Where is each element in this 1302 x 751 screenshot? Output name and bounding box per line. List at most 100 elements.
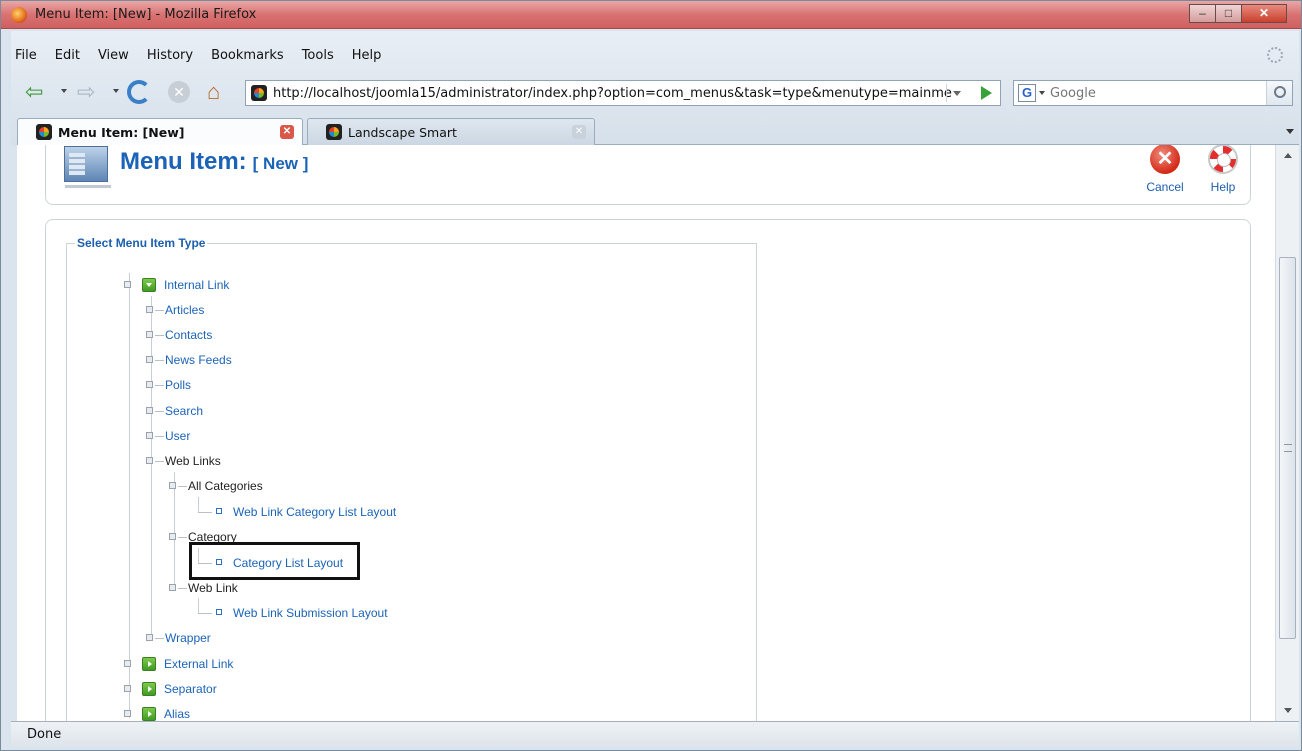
vertical-scrollbar[interactable] [1275, 145, 1299, 721]
search-icon[interactable] [1266, 81, 1292, 105]
maximize-button[interactable]: □ [1215, 4, 1242, 23]
search-bar[interactable]: G [1013, 80, 1293, 106]
tree-line [198, 497, 199, 512]
menu-help[interactable]: Help [352, 48, 382, 63]
close-window-button[interactable]: ✕ [1241, 4, 1287, 23]
expand-toggle[interactable] [146, 634, 153, 641]
expand-toggle[interactable] [169, 584, 176, 591]
menu-bookmarks[interactable]: Bookmarks [211, 48, 284, 63]
site-favicon-icon [251, 85, 267, 101]
tree-line [178, 486, 187, 487]
expand-toggle[interactable] [146, 457, 153, 464]
page-subtitle: [ New ] [252, 154, 309, 173]
tree-item-label: Contacts [165, 328, 213, 342]
minimize-button[interactable]: ‒ [1189, 4, 1216, 23]
main-panel: Select Menu Item Type Internal Link Arti… [45, 219, 1251, 721]
tree-item-label: News Feeds [165, 353, 232, 367]
menu-view[interactable]: View [98, 48, 129, 63]
folder-closed-icon [142, 707, 156, 721]
google-engine-icon[interactable]: G [1018, 84, 1036, 102]
title-bar[interactable]: Menu Item: [New] - Mozilla Firefox ‒ □ ✕ [1, 1, 1301, 29]
page-title-text: Menu Item: [120, 148, 247, 175]
expand-toggle[interactable] [124, 710, 131, 717]
tree-item-label: Separator [164, 682, 217, 696]
tree-item-label: Articles [165, 303, 205, 317]
engine-dropdown-icon[interactable] [1039, 91, 1045, 95]
expand-toggle[interactable] [169, 533, 176, 540]
tree-item-label: External Link [164, 657, 234, 671]
expand-toggle[interactable] [124, 685, 131, 692]
forward-arrow-icon[interactable]: ⇨ [77, 81, 103, 103]
cancel-label: Cancel [1146, 180, 1184, 194]
address-bar[interactable] [245, 80, 1001, 106]
expand-toggle[interactable] [146, 331, 153, 338]
folder-open-icon [142, 278, 156, 292]
tree-item-label: All Categories [188, 479, 263, 493]
tree-item-label: Search [165, 404, 204, 418]
expand-toggle[interactable] [146, 407, 153, 414]
tree-item-label: Web Links [165, 454, 221, 468]
expand-toggle[interactable] [146, 381, 153, 388]
expand-toggle[interactable] [146, 432, 153, 439]
url-input[interactable] [273, 84, 953, 102]
url-history-dropdown[interactable] [946, 84, 966, 102]
lifebuoy-icon [1208, 145, 1238, 174]
back-arrow-icon[interactable]: ⇦ [25, 81, 51, 103]
menu-file[interactable]: File [15, 48, 37, 63]
close-tab-icon[interactable]: ✕ [572, 125, 586, 139]
help-label: Help [1210, 180, 1236, 194]
tree-line [198, 613, 212, 614]
tree-line [155, 335, 164, 336]
menu-bar: File Edit View History Bookmarks Tools H… [5, 43, 1299, 67]
expand-toggle[interactable] [146, 306, 153, 313]
tab-landscape-smart[interactable]: Landscape Smart ✕ [307, 118, 595, 145]
menu-history[interactable]: History [147, 48, 193, 63]
tree-item-label: Alias [164, 707, 191, 721]
scroll-up-arrow-icon[interactable] [1284, 153, 1292, 158]
tree-line [129, 273, 130, 718]
menu-edit[interactable]: Edit [55, 48, 80, 63]
layout-bullet-icon [216, 508, 222, 514]
page-viewport: Menu Item: [ New ] ✕ Cancel Help Select M… [17, 145, 1275, 721]
cancel-button[interactable]: ✕ Cancel [1138, 145, 1192, 194]
tree-line [198, 512, 212, 513]
expand-toggle[interactable] [124, 660, 131, 667]
menu-tools[interactable]: Tools [302, 48, 334, 63]
tree-item-label: Web Link Submission Layout [233, 606, 388, 620]
scroll-grip-icon [1284, 444, 1292, 452]
expand-toggle[interactable] [146, 356, 153, 363]
folder-closed-icon [142, 682, 156, 696]
expand-toggle[interactable] [124, 281, 131, 288]
tree-line [155, 385, 164, 386]
close-tab-icon[interactable]: ✕ [280, 125, 294, 139]
menu-item-type-legend: Select Menu Item Type [77, 236, 206, 250]
help-button[interactable]: Help [1196, 145, 1250, 194]
search-input[interactable] [1050, 84, 1250, 102]
window-title: Menu Item: [New] - Mozilla Firefox [35, 7, 257, 22]
tree-line [151, 296, 152, 636]
page-header-panel: Menu Item: [ New ] ✕ Cancel Help [45, 145, 1251, 205]
reload-icon[interactable] [127, 80, 151, 104]
tab-label: Landscape Smart [348, 125, 457, 140]
tree-line [178, 588, 187, 589]
tree-line [155, 310, 164, 311]
tree-line [178, 537, 187, 538]
tab-menu-item-new[interactable]: Menu Item: [New] ✕ [17, 118, 303, 145]
home-icon[interactable]: ⌂ [207, 79, 233, 105]
status-bar: Done [11, 721, 1299, 747]
expand-toggle[interactable] [169, 482, 176, 489]
browser-window: Menu Item: [New] - Mozilla Firefox ‒ □ ✕… [0, 0, 1302, 751]
forward-history-dropdown[interactable] [113, 89, 119, 93]
list-all-tabs-button[interactable] [1281, 119, 1299, 143]
status-text: Done [27, 727, 62, 742]
scroll-down-arrow-icon[interactable] [1284, 708, 1292, 713]
joomla-favicon-icon [36, 124, 52, 140]
tree-line [155, 360, 164, 361]
back-history-dropdown[interactable] [61, 89, 67, 93]
go-arrow-icon[interactable] [981, 86, 992, 100]
layout-bullet-icon [216, 609, 222, 615]
scrollbar-thumb[interactable] [1279, 257, 1296, 639]
firefox-icon [11, 7, 27, 23]
stop-icon[interactable]: ✕ [168, 81, 190, 103]
tree-item-label: Wrapper [165, 631, 211, 645]
